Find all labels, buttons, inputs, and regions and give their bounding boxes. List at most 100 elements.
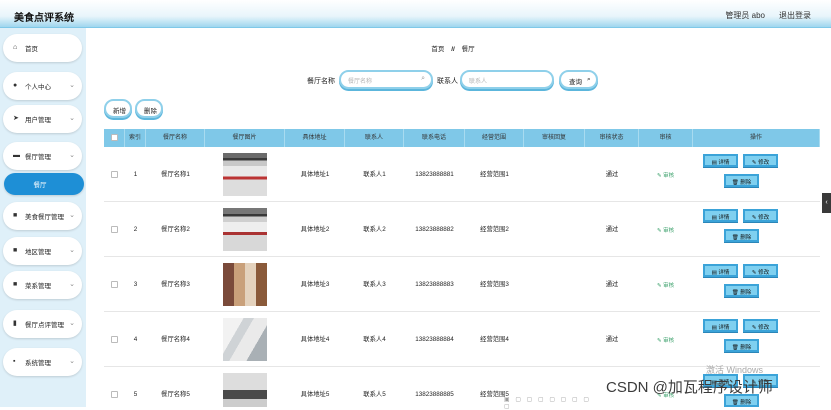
sidebar-item-label: 餐厅 (33, 182, 47, 189)
sidebar-item[interactable]: ● 个人中心 ⌄ (3, 72, 82, 100)
audit-link[interactable]: ✎ 审核 (657, 281, 674, 289)
batch-delete-label: 删除 (144, 108, 157, 115)
send-icon: ➤ (13, 115, 19, 122)
row-checkbox[interactable] (111, 226, 118, 233)
sidebar-item-label: 地区管理 (25, 249, 51, 256)
audit-link-label: 审核 (663, 228, 675, 234)
delete-icon: 🗑 (731, 180, 741, 186)
delete-icon: 🗑 (731, 400, 741, 406)
side-toggle-icon[interactable]: ‹ (822, 193, 831, 213)
delete-button[interactable]: 🗑 删除 (724, 229, 759, 242)
row-index: 4 (133, 336, 138, 343)
audit-status: 通过 (605, 281, 619, 288)
audit-link-label: 审核 (663, 173, 675, 179)
activate-windows-watermark: 激活 Windows (706, 365, 764, 375)
address: 具体地址1 (300, 171, 330, 178)
column-header: 审核 (639, 129, 693, 147)
contact-person: 联系人1 (363, 171, 386, 178)
sidebar-item[interactable]: 餐厅 (4, 173, 84, 195)
column-header: 具体地址 (285, 129, 345, 147)
delete-button[interactable]: 🗑 删除 (724, 284, 759, 297)
audit-link[interactable]: ✎ 审核 (657, 336, 674, 344)
audit-status: 通过 (605, 336, 619, 343)
detail-button[interactable]: ▤ 详情 (703, 154, 738, 167)
table-row: 1 餐厅名称1 具体地址1 联系人1 13823888881 经营范围1 通过 ✎ 审核 ▤ 详… (104, 147, 820, 202)
sidebar-item-label: 系统管理 (25, 360, 51, 367)
sidebar-item[interactable]: ⌂ 首页 (3, 34, 82, 62)
chart-icon: ▮ (13, 320, 17, 327)
contact-input[interactable]: 联系人 (460, 70, 554, 89)
delete-button-label: 删除 (740, 290, 752, 296)
csdn-watermark: CSDN @加瓦程序设计师 (606, 379, 773, 396)
batch-delete-button[interactable]: 删除 (135, 99, 163, 118)
sidebar-item-label: 用户管理 (25, 117, 51, 124)
breadcrumb: 首页 // 餐厅 (86, 43, 820, 53)
edit-button-label: 修改 (758, 215, 770, 221)
logout-link[interactable]: 退出登录 (779, 10, 811, 21)
phone-number: 13823888883 (415, 281, 454, 288)
query-button[interactable]: 查询 ⌕ (559, 70, 598, 89)
sidebar-item-label: 菜系管理 (25, 283, 51, 290)
row-checkbox[interactable] (111, 391, 118, 398)
sidebar-item-label: 个人中心 (25, 84, 51, 91)
column-header: 审核状态 (585, 129, 639, 147)
audit-reply (524, 312, 585, 367)
search-icon: ⌕ (587, 76, 591, 83)
query-button-label: 查询 (569, 79, 582, 86)
sidebar-item[interactable]: ▮ 餐厅点评管理 ⌄ (3, 310, 82, 338)
sidebar-item[interactable]: ▬ 餐厅管理 ⌄ (3, 142, 82, 170)
column-header: 联系人 (345, 129, 404, 147)
row-index: 5 (133, 391, 138, 398)
delete-button[interactable]: 🗑 删除 (724, 339, 759, 352)
detail-button[interactable]: ▤ 详情 (703, 209, 738, 222)
detail-button-label: 详情 (718, 325, 730, 331)
business-scope: 经营范围2 (480, 226, 509, 233)
address: 具体地址5 (300, 391, 330, 398)
detail-button[interactable]: ▤ 详情 (703, 319, 738, 332)
edit-button[interactable]: ✎ 修改 (743, 264, 778, 277)
phone-number: 13823888881 (415, 171, 454, 178)
column-header[interactable] (104, 129, 125, 147)
add-button-label: 新增 (113, 108, 126, 115)
contact-person: 联系人3 (363, 281, 386, 288)
sidebar-item[interactable]: ■ 菜系管理 ⌄ (3, 271, 82, 299)
delete-icon: 🗑 (731, 235, 741, 241)
detail-button[interactable]: ▤ 详情 (703, 264, 738, 277)
sidebar-item[interactable]: ▪ 系统管理 ⌄ (3, 348, 82, 376)
row-checkbox[interactable] (111, 171, 118, 178)
edit-button-label: 修改 (758, 325, 770, 331)
audit-link[interactable]: ✎ 审核 (657, 226, 674, 234)
screen-toolbar: ▣ ▢ ▢ ▢ ▢ ▢ ▢ ▢ ▢ (504, 397, 592, 410)
edit-button[interactable]: ✎ 修改 (743, 319, 778, 332)
sidebar-item[interactable]: ■ 美食餐厅管理 ⌄ (3, 202, 82, 230)
column-header: 经营范围 (465, 129, 524, 147)
audit-link[interactable]: ✎ 审核 (657, 171, 674, 179)
breadcrumb-home[interactable]: 首页 (431, 46, 444, 53)
delete-button-label: 删除 (740, 180, 752, 186)
restaurant-photo (223, 208, 267, 251)
contact-person: 联系人4 (363, 336, 386, 343)
row-checkbox[interactable] (111, 336, 118, 343)
detail-button-label: 详情 (718, 270, 730, 276)
chevron-down-icon: ⌄ (69, 281, 75, 288)
audit-reply (524, 202, 585, 257)
delete-button[interactable]: 🗑 删除 (724, 174, 759, 187)
sidebar-item[interactable]: ➤ 用户管理 ⌄ (3, 105, 82, 133)
chevron-down-icon: ⌄ (69, 212, 75, 219)
app-title: 美食点评系统 (14, 13, 74, 24)
search-icon: ⌕ (421, 75, 425, 82)
restaurant-name: 餐厅名称3 (161, 281, 190, 288)
column-header: 餐厅名称 (146, 129, 205, 147)
sidebar-item[interactable]: ■ 地区管理 ⌄ (3, 237, 82, 265)
table-row: 4 餐厅名称4 具体地址4 联系人4 13823888884 经营范围4 通过 ✎ 审核 ▤ 详… (104, 312, 820, 367)
row-checkbox[interactable] (111, 281, 118, 288)
add-button[interactable]: 新增 (104, 99, 132, 118)
audit-reply (524, 257, 585, 312)
restaurant-name-input[interactable]: 餐厅名称 ⌕ (339, 70, 433, 89)
select-all-checkbox[interactable] (111, 134, 118, 141)
audit-link-label: 审核 (663, 338, 675, 344)
edit-button[interactable]: ✎ 修改 (743, 209, 778, 222)
restaurant-photo (223, 263, 267, 306)
edit-button[interactable]: ✎ 修改 (743, 154, 778, 167)
audit-status: 通过 (605, 171, 619, 178)
